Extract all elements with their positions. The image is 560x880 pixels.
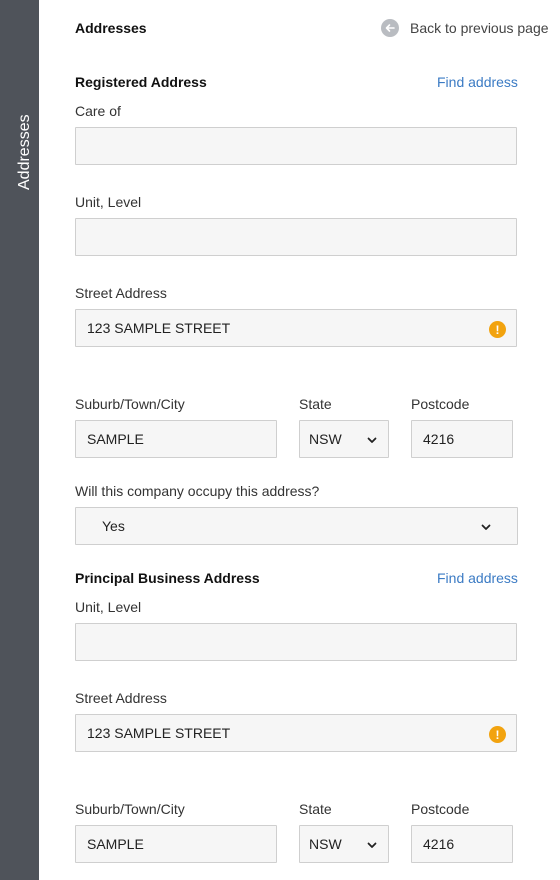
registered-state-select[interactable]: NSW: [299, 420, 389, 458]
warning-icon: !: [489, 726, 506, 743]
occupy-address-select[interactable]: Yes: [75, 507, 518, 545]
sidebar-label: Addresses: [16, 114, 33, 190]
principal-street-address-input[interactable]: 123 SAMPLE STREET !: [75, 714, 517, 752]
page-title: Addresses: [75, 20, 147, 36]
chevron-down-icon: [367, 437, 377, 443]
principal-unit-level-input[interactable]: [75, 623, 517, 661]
registered-street-address-input[interactable]: 123 SAMPLE STREET !: [75, 309, 517, 347]
warning-icon: !: [489, 321, 506, 338]
principal-state-select[interactable]: NSW: [299, 825, 389, 863]
principal-find-address-link[interactable]: Find address: [437, 570, 518, 586]
registered-street-value: 123 SAMPLE STREET: [87, 320, 231, 336]
registered-suburb-label: Suburb/Town/City: [75, 396, 185, 412]
registered-suburb-input[interactable]: SAMPLE: [75, 420, 277, 458]
back-label: Back to previous page: [410, 20, 549, 36]
registered-postcode-input[interactable]: 4216: [411, 420, 513, 458]
registered-street-address-label: Street Address: [75, 285, 167, 301]
back-arrow-icon: [381, 19, 399, 37]
registered-unit-level-input[interactable]: [75, 218, 517, 256]
principal-street-value: 123 SAMPLE STREET: [87, 725, 231, 741]
occupy-address-label: Will this company occupy this address?: [75, 483, 320, 499]
back-to-previous-page-link[interactable]: Back to previous page: [381, 19, 549, 37]
principal-street-address-label: Street Address: [75, 690, 167, 706]
principal-address-title: Principal Business Address: [75, 570, 260, 586]
principal-postcode-input[interactable]: 4216: [411, 825, 513, 863]
principal-suburb-input[interactable]: SAMPLE: [75, 825, 277, 863]
principal-unit-level-label: Unit, Level: [75, 599, 142, 615]
registered-address-title: Registered Address: [75, 74, 207, 90]
sidebar: Addresses: [0, 0, 39, 880]
principal-postcode-label: Postcode: [411, 801, 470, 817]
chevron-down-icon: [481, 524, 491, 530]
registered-state-label: State: [299, 396, 332, 412]
care-of-input[interactable]: [75, 127, 517, 165]
registered-unit-level-label: Unit, Level: [75, 194, 142, 210]
care-of-label: Care of: [75, 103, 121, 119]
registered-postcode-label: Postcode: [411, 396, 470, 412]
registered-find-address-link[interactable]: Find address: [437, 74, 518, 90]
principal-suburb-label: Suburb/Town/City: [75, 801, 185, 817]
chevron-down-icon: [367, 842, 377, 848]
principal-state-label: State: [299, 801, 332, 817]
